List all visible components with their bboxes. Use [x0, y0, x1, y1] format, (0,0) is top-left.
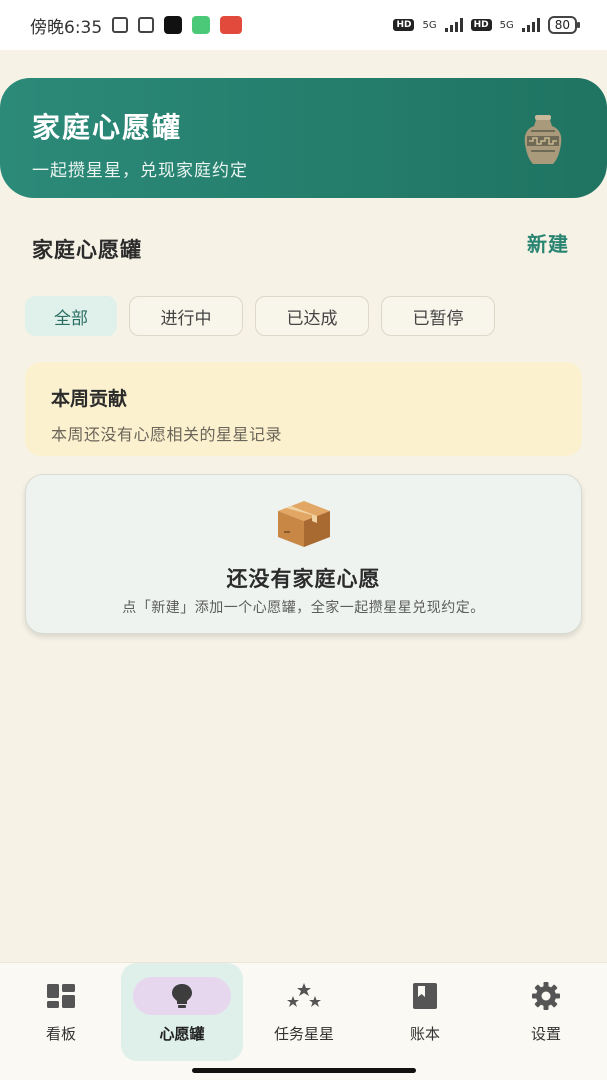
status-left: 傍晚6:35: [30, 13, 243, 38]
nfc-icon: [138, 17, 155, 33]
nav-label-task-stars: 任务星星: [273, 1025, 334, 1043]
tab-paused[interactable]: 已暂停: [381, 296, 495, 336]
new-button[interactable]: 新建: [527, 228, 569, 257]
network-label: 5G: [422, 19, 437, 31]
header-banner: 家庭心愿罐 一起攒星星，兑现家庭约定: [0, 78, 607, 198]
nav-label-wish-jar: 心愿罐: [159, 1025, 205, 1043]
app-notification-icon: [192, 16, 211, 34]
contribution-text: 本周还没有心愿相关的星星记录: [51, 425, 283, 444]
weekly-contribution-card: 本周贡献 本周还没有心愿相关的星星记录: [25, 362, 582, 456]
stars-icon: [287, 983, 321, 1007]
app-notification-icon-2: [220, 16, 243, 34]
battery-icon: 80: [547, 16, 581, 34]
empty-state-text: 点「新建」添加一个心愿罐，全家一起攒星星兑现约定。: [122, 600, 485, 616]
empty-state-card: 还没有家庭心愿 点「新建」添加一个心愿罐，全家一起攒星星兑现约定。: [25, 474, 582, 634]
contribution-title: 本周贡献: [51, 388, 128, 410]
status-time: 傍晚6:35: [30, 17, 103, 38]
book-icon: [413, 983, 437, 1009]
dashboard-icon: [47, 984, 75, 1008]
signal-icon-2: [521, 18, 540, 32]
nav-label-settings: 设置: [530, 1025, 561, 1043]
nav-item-dashboard[interactable]: 看板: [0, 963, 122, 1061]
nav-item-wish-jar[interactable]: 心愿罐: [121, 963, 243, 1061]
section-title: 家庭心愿罐: [32, 238, 142, 262]
signal-icon: [444, 18, 463, 32]
nav-label-ledger: 账本: [409, 1025, 440, 1043]
tab-achieved[interactable]: 已达成: [255, 296, 369, 336]
lightbulb-icon: [172, 984, 192, 1008]
nav-item-ledger[interactable]: 账本: [364, 963, 486, 1061]
page-title: 家庭心愿罐: [32, 111, 183, 144]
home-indicator[interactable]: [192, 1068, 416, 1073]
tiktok-icon: [164, 16, 183, 34]
empty-state-title: 还没有家庭心愿: [226, 567, 381, 591]
filter-tabs: 全部 进行中 已达成 已暂停: [25, 296, 495, 336]
gear-icon: [532, 982, 560, 1010]
nav-label-dashboard: 看板: [45, 1025, 76, 1043]
box-icon: [278, 501, 330, 547]
mute-icon: [112, 17, 129, 33]
network-label-2: 5G: [499, 19, 514, 31]
status-right: HD 5G HD 5G 80: [393, 16, 581, 34]
nav-item-settings[interactable]: 设置: [485, 963, 607, 1061]
bottom-nav: 看板 心愿罐 任务星星 账本 设置: [0, 962, 607, 1080]
jar-icon: [524, 115, 562, 164]
page-subtitle: 一起攒星星，兑现家庭约定: [32, 161, 248, 181]
tab-in-progress[interactable]: 进行中: [129, 296, 243, 336]
status-bar: 傍晚6:35 HD 5G HD 5G 80: [0, 0, 607, 50]
hd-badge: HD: [393, 19, 415, 31]
tab-all[interactable]: 全部: [25, 296, 117, 336]
nav-item-task-stars[interactable]: 任务星星: [243, 963, 365, 1061]
hd-badge-2: HD: [470, 19, 492, 31]
